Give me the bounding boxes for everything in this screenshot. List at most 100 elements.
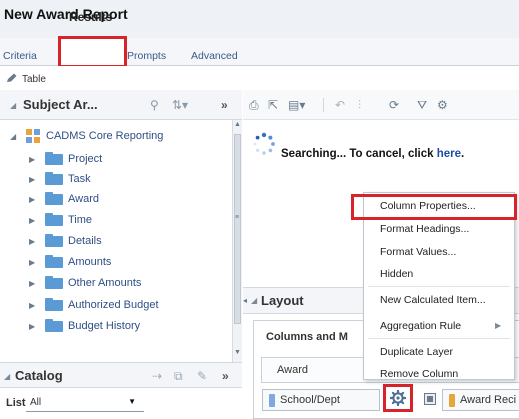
refresh-icon[interactable]: ⟳ [389,98,399,112]
menu-item-aggregation-rule[interactable]: Aggregation Rule ▶ [364,314,514,338]
pencil-icon[interactable] [6,73,18,83]
menu-item-new-calculated-item[interactable]: New Calculated Item... [364,288,514,312]
menu-item-label: New Calculated Item... [380,294,486,306]
chevron-down-icon: ▼ [128,397,136,406]
menu-item-duplicate-layer[interactable]: Duplicate Layer [364,340,514,364]
tree-folder-label: Amounts [68,256,112,268]
catalog-header: ◢ Catalog ⇢ ⧉ ✎ » [0,362,242,388]
menu-item-remove-column[interactable]: Remove Column [364,362,514,386]
menu-item-label: Aggregation Rule [380,320,462,332]
view-menu-icon[interactable]: ▤▾ [288,98,305,112]
subject-area-tree: ◢ CADMS Core Reporting ▶ Project ▶ Task … [0,120,232,362]
cube-icon [26,129,40,143]
folder-icon [45,319,63,332]
magnifier-icon[interactable]: ⚲ [150,98,159,112]
compound-toolbar: ⎙ ⇱ ▤▾ ↶ ⫶ ⟳ ⛛ ⚙ [243,90,519,120]
side-collapse-icon[interactable]: ◂ [243,296,247,305]
expand-arrow-icon[interactable]: ▶ [29,155,35,164]
gear-icon [390,390,406,406]
menu-item-format-values[interactable]: Format Values... [364,240,514,264]
tree-folder-label: Budget History [68,320,141,332]
left-pane: ◢ Subject Ar... ⚲ ⇅▾ » ◢ CADMS Core Repo… [0,90,242,419]
print-icon[interactable]: ⎙ [249,98,259,113]
drag-handle-icon[interactable] [449,394,455,407]
collapse-triangle-icon[interactable]: ◢ [251,296,257,305]
tab-advanced[interactable]: Advanced [191,50,238,62]
searching-message: Searching... To cancel, click here. [281,148,464,160]
collapse-triangle-icon[interactable]: ◢ [10,132,16,141]
tab-prompts[interactable]: Prompts [127,50,166,62]
view-table-label[interactable]: Table [22,74,46,85]
tree-folder-task[interactable]: ▶ Task [0,171,232,189]
scroll-down-arrow-icon[interactable]: ▼ [234,349,241,356]
searching-label: Searching... [281,148,347,160]
tab-results[interactable]: Results [69,10,112,24]
undo-icon[interactable]: ↶ [335,98,345,112]
submenu-arrow-icon: ▶ [495,321,502,330]
split-icon[interactable]: ⫶ [358,98,361,113]
tab-criteria[interactable]: Criteria [3,50,37,62]
expand-arrow-icon[interactable]: ▶ [29,175,35,184]
expand-arrow-icon[interactable]: ▶ [29,195,35,204]
grid-icon[interactable] [424,393,436,405]
tree-folder-other-amounts[interactable]: ▶ Other Amounts [0,275,232,293]
columns-title: Columns and M [266,331,348,343]
drag-handle-icon[interactable] [269,394,275,407]
view-row: Table [0,66,519,90]
filter-icon[interactable]: ⛛ [417,98,427,113]
expand-arrow-icon[interactable]: ▶ [29,301,35,310]
menu-item-label: Format Headings... [380,223,470,235]
results-tab-highlight [58,36,127,68]
tree-folder-authorized-budget[interactable]: ▶ Authorized Budget [0,297,232,315]
export-icon[interactable]: ⇱ [268,98,278,112]
column-options-button[interactable] [383,384,413,412]
column-properties-highlight [351,194,517,220]
tree-folder-label: Other Amounts [68,277,142,289]
tree-folder-project[interactable]: ▶ Project [0,151,232,169]
scroll-thumb[interactable] [234,134,241,324]
tree-folder-budget-history[interactable]: ▶ Budget History [0,318,232,336]
tree-folder-label: Task [68,173,91,185]
tree-folder-amounts[interactable]: ▶ Amounts [0,254,232,272]
scroll-grip-icon: ≡ [235,214,240,221]
sort-icon[interactable]: ⇅▾ [172,98,188,112]
tree-folder-label: Details [68,235,102,247]
expand-arrow-icon[interactable]: ▶ [29,237,35,246]
folder-icon [45,298,63,311]
settings-icon[interactable]: ⚙ [437,98,448,112]
expand-icon[interactable]: » [222,369,229,383]
subject-areas-header: ◢ Subject Ar... ⚲ ⇅▾ » [0,90,242,120]
collapse-triangle-icon[interactable]: ◢ [4,372,10,381]
tree-folder-award[interactable]: ▶ Award [0,191,232,209]
menu-item-label: Remove Column [380,368,459,380]
menu-divider [368,286,510,287]
expand-arrow-icon[interactable]: ▶ [29,216,35,225]
catalog-list-label: List [6,397,26,409]
cancel-link[interactable]: here [437,148,461,160]
tree-folder-label: Award [68,193,99,205]
add-icon[interactable]: ⇢ [152,369,162,383]
expand-arrow-icon[interactable]: ▶ [29,322,35,331]
tree-root[interactable]: ◢ CADMS Core Reporting [0,128,232,146]
expand-icon[interactable]: » [221,98,228,112]
folder-icon [45,234,63,247]
tree-folder-time[interactable]: ▶ Time [0,212,232,230]
tree-scrollbar[interactable]: ▲ ≡ ▼ [232,120,242,362]
scroll-up-arrow-icon[interactable]: ▲ [234,121,241,128]
cancel-prefix: To cancel, click [346,148,437,160]
menu-divider [368,338,510,339]
column-chip-school-dept[interactable]: School/Dept [262,389,380,411]
column-chip-label: School/Dept [280,394,340,406]
menu-item-format-headings[interactable]: Format Headings... [364,217,514,241]
catalog-list-select[interactable]: All ▼ [26,394,144,412]
tree-folder-details[interactable]: ▶ Details [0,233,232,251]
expand-arrow-icon[interactable]: ▶ [29,279,35,288]
copy-icon[interactable]: ⧉ [174,369,183,384]
expand-arrow-icon[interactable]: ▶ [29,258,35,267]
menu-item-label: Format Values... [380,246,457,258]
menu-item-hidden[interactable]: Hidden [364,262,514,286]
collapse-triangle-icon[interactable]: ◢ [10,101,16,110]
column-chip-award-recipient[interactable]: Award Reci [442,389,519,411]
toolbar-divider [323,98,324,112]
pencil-icon[interactable]: ✎ [197,369,207,383]
